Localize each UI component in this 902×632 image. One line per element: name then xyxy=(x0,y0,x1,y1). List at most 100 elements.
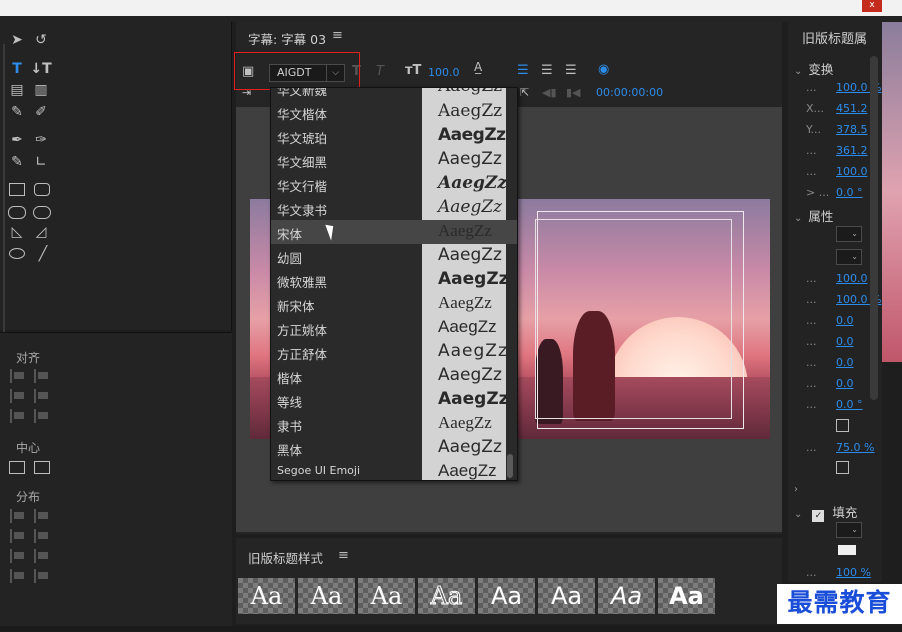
property-value[interactable]: 0.0 xyxy=(836,335,854,348)
align-center-h-icon[interactable] xyxy=(10,389,26,403)
distribute-spacing-v-icon[interactable] xyxy=(34,569,50,583)
next-frame-icon[interactable]: ▮◀ xyxy=(566,86,581,99)
font-name: 方正舒体 xyxy=(277,347,328,362)
property-value[interactable]: 0.0 xyxy=(836,377,854,390)
align-center-v-icon[interactable] xyxy=(34,389,50,403)
italic-icon[interactable]: T xyxy=(376,64,384,79)
align-bottom-icon[interactable] xyxy=(34,409,50,423)
align-label: 对齐 xyxy=(16,351,41,365)
vertical-path-type-tool-icon[interactable]: ✐ xyxy=(30,102,52,122)
properties-panel-title[interactable]: 旧版标题属 xyxy=(802,28,867,47)
line-tool-icon[interactable]: ╱ xyxy=(32,244,54,264)
property-value[interactable]: 0.0 xyxy=(836,356,854,369)
vertical-area-type-tool-icon[interactable]: ▥ xyxy=(30,80,52,100)
align-top-icon[interactable] xyxy=(34,369,50,383)
wedge-tool-icon[interactable]: ◺ xyxy=(6,222,28,242)
tab-title[interactable]: 字幕: 字幕 03 xyxy=(248,29,326,48)
property-value[interactable]: 0.0 ° xyxy=(836,398,863,411)
rounded-corner-tool-icon[interactable] xyxy=(33,206,51,219)
anchor-icon[interactable]: ⇱ xyxy=(520,86,529,99)
title-style-swatch[interactable]: Aa xyxy=(538,578,595,614)
show-background-video-icon[interactable]: ◉ xyxy=(598,62,609,77)
fill-section[interactable]: ⌄ ✓ 填充 xyxy=(794,502,857,522)
property-value[interactable]: 361.2 xyxy=(836,144,868,157)
clipped-corner-tool-icon[interactable] xyxy=(8,206,26,219)
attributes-section[interactable]: ⌄ 属性 xyxy=(794,206,833,225)
align-right-text-icon[interactable]: ☰ xyxy=(565,63,577,78)
pen-tool-icon[interactable]: ✒ xyxy=(6,130,28,150)
list-scrollbar[interactable] xyxy=(507,454,513,478)
font-family-list[interactable]: 华文新魏 华文楷体 AaegZz 华文琥珀 AaegZz 华文细黑 AaegZz 华文行楷 A… xyxy=(270,87,518,481)
panel-menu-icon[interactable]: ≡ xyxy=(332,28,343,43)
distort-checkbox[interactable] xyxy=(836,461,849,474)
distribute-top-icon[interactable] xyxy=(34,509,50,523)
font-preview: AaegZz xyxy=(438,149,502,169)
align-left-icon[interactable] xyxy=(10,369,26,383)
highlight-box xyxy=(234,52,360,90)
distribute-spacing-h-icon[interactable] xyxy=(10,569,26,583)
title-style-swatch[interactable]: Aa xyxy=(298,578,355,614)
transform-section[interactable]: ⌄ 变换 xyxy=(794,59,833,78)
distort-section[interactable]: › xyxy=(794,480,804,495)
leading-icon[interactable]: A̲ xyxy=(474,60,482,74)
align-right-icon[interactable] xyxy=(10,409,26,423)
property-value[interactable]: 378.5 xyxy=(836,123,868,136)
font-name: 宋体 xyxy=(277,227,303,242)
vertical-type-tool-icon[interactable]: ↓T xyxy=(30,59,52,79)
properties-scrollbar[interactable] xyxy=(870,56,878,400)
area-type-tool-icon[interactable]: ▤ xyxy=(6,80,28,100)
previous-frame-icon[interactable]: ◀▮ xyxy=(542,86,557,99)
distribute-bottom-icon[interactable] xyxy=(34,549,50,563)
convert-anchor-tool-icon[interactable]: ∟ xyxy=(30,152,52,172)
title-style-swatch[interactable]: Aa xyxy=(238,578,295,614)
arc-tool-icon[interactable]: ◿ xyxy=(30,222,52,242)
fill-opacity-value[interactable]: 100 % xyxy=(836,566,871,579)
rotate-tool-icon[interactable]: ↺ xyxy=(30,30,52,50)
property-label: ... xyxy=(806,272,817,285)
selection-tool-icon[interactable]: ➤ xyxy=(6,30,28,50)
font-name: 微软雅黑 xyxy=(277,275,328,290)
center-vertical-icon[interactable] xyxy=(34,461,50,474)
title-style-swatch[interactable]: Aa xyxy=(418,578,475,614)
property-value[interactable]: 75.0 % xyxy=(836,441,874,454)
property-value[interactable]: 100.0 xyxy=(836,165,868,178)
rectangle-tool-icon[interactable] xyxy=(9,183,25,196)
title-style-swatch[interactable]: Aa xyxy=(658,578,715,614)
font-name: 楷体 xyxy=(277,371,303,386)
path-type-tool-icon[interactable]: ✎ xyxy=(6,102,28,122)
font-name: 华文细黑 xyxy=(277,155,328,170)
timecode[interactable]: 00:00:00:00 xyxy=(596,86,663,99)
center-horizontal-icon[interactable] xyxy=(9,461,25,474)
underline-checkbox[interactable] xyxy=(836,419,849,432)
panel-divider xyxy=(3,44,5,334)
property-value[interactable]: 100.0 xyxy=(836,272,868,285)
close-icon[interactable]: x xyxy=(862,0,882,12)
font-family-mini-dropdown[interactable]: ⌄ xyxy=(836,226,862,242)
align-left-text-icon[interactable]: ☰ xyxy=(517,63,529,78)
font-preview: AaegZz xyxy=(438,317,497,336)
type-tool-icon[interactable]: T xyxy=(6,59,28,79)
title-style-swatch[interactable]: Aa xyxy=(478,578,535,614)
font-style-mini-dropdown[interactable]: ⌄ xyxy=(836,249,862,265)
font-size-value[interactable]: 100.0 xyxy=(428,66,460,79)
distribute-center-h-icon[interactable] xyxy=(10,529,26,543)
fill-checkbox[interactable]: ✓ xyxy=(812,510,825,522)
distribute-right-icon[interactable] xyxy=(10,549,26,563)
align-center-text-icon[interactable]: ☰ xyxy=(541,63,553,78)
styles-panel-title[interactable]: 旧版标题样式 xyxy=(248,548,323,567)
fill-type-dropdown[interactable]: ⌄ xyxy=(836,522,862,538)
delete-anchor-tool-icon[interactable]: ✑ xyxy=(30,130,52,150)
ellipse-tool-icon[interactable] xyxy=(9,248,25,259)
property-label: ... xyxy=(806,314,817,327)
panel-menu-icon[interactable]: ≡ xyxy=(338,548,349,563)
property-value[interactable]: 451.2 xyxy=(836,102,868,115)
title-style-swatch[interactable]: Aa xyxy=(358,578,415,614)
rounded-rectangle-tool-icon[interactable] xyxy=(34,183,50,196)
fill-color-swatch[interactable] xyxy=(838,545,856,555)
property-value[interactable]: 0.0 xyxy=(836,314,854,327)
distribute-left-icon[interactable] xyxy=(10,509,26,523)
title-style-swatch[interactable]: Aa xyxy=(598,578,655,614)
add-anchor-tool-icon[interactable]: ✎ xyxy=(6,152,28,172)
distribute-center-v-icon[interactable] xyxy=(34,529,50,543)
property-value[interactable]: 0.0 ° xyxy=(836,186,863,199)
